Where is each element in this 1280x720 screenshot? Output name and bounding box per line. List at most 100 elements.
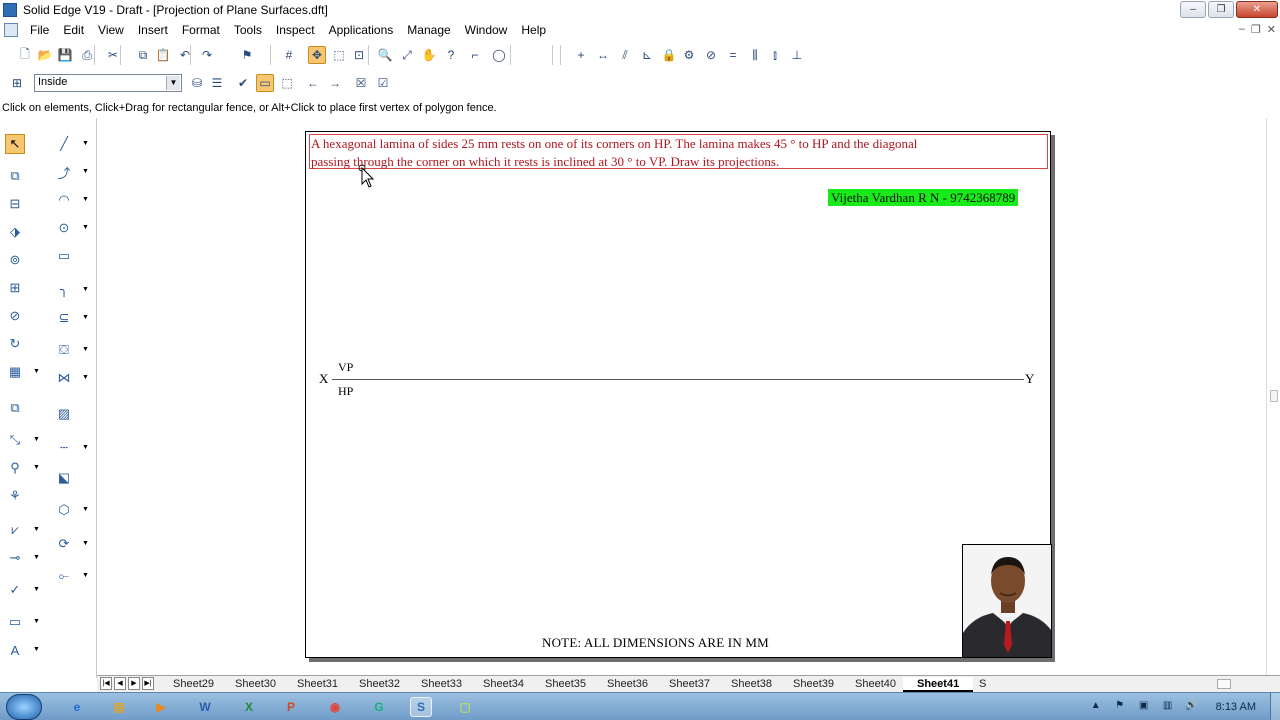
chevron-down-icon[interactable]: ▼ xyxy=(33,646,40,653)
connector-icon[interactable]: ⟜ xyxy=(54,566,74,586)
select-arrow-icon[interactable]: ↖ xyxy=(5,134,25,154)
sheet-tab[interactable]: Sheet35 xyxy=(531,677,600,692)
menu-inspect[interactable]: Inspect xyxy=(270,23,323,37)
sheet-tab[interactable]: Sheet39 xyxy=(779,677,848,692)
vp-label[interactable]: VP xyxy=(338,360,353,375)
sheet-tab[interactable]: S xyxy=(965,677,1000,692)
symmetric-icon[interactable]: ⫼ xyxy=(746,46,764,64)
chevron-down-icon[interactable]: ▼ xyxy=(82,314,89,321)
zoom-area-icon[interactable]: ⊡ xyxy=(350,46,368,64)
fence-icon[interactable]: ▭ xyxy=(256,74,274,92)
intellisketch-icon[interactable]: ✥ xyxy=(308,46,326,64)
menu-help[interactable]: Help xyxy=(515,23,554,37)
sketch-icon[interactable]: ⬚ xyxy=(330,46,348,64)
text-icon[interactable]: A xyxy=(5,640,25,660)
document-icon[interactable] xyxy=(4,23,18,37)
filter-list-icon[interactable]: ☰ xyxy=(208,74,226,92)
dimension-note[interactable]: NOTE: ALL DIMENSIONS ARE IN MM xyxy=(542,635,769,651)
view-wizard-icon[interactable]: ⧉ xyxy=(5,166,25,186)
hatch-icon[interactable]: ▨ xyxy=(54,404,74,424)
sheet-tab[interactable]: Sheet29 xyxy=(159,677,228,692)
menu-edit[interactable]: Edit xyxy=(57,23,92,37)
copy-icon[interactable]: ⧉ xyxy=(134,46,152,64)
chevron-down-icon[interactable]: ▼ xyxy=(33,554,40,561)
chevron-down-icon[interactable]: ▼ xyxy=(82,196,89,203)
arc-icon[interactable]: ◠ xyxy=(54,190,74,210)
close-button[interactable]: ✕ xyxy=(1236,1,1278,18)
chevron-down-icon[interactable]: ▼ xyxy=(33,368,40,375)
parallel-icon[interactable]: ⫽ xyxy=(616,46,634,64)
doc-restore-button[interactable]: ❐ xyxy=(1251,23,1261,36)
solid-edge-icon[interactable]: S xyxy=(410,697,432,717)
fence-mode-select[interactable]: Inside ▼ xyxy=(34,74,182,92)
chevron-down-icon[interactable]: ▼ xyxy=(82,286,89,293)
sheet-tab[interactable]: Sheet41 xyxy=(903,677,974,692)
chevron-down-icon[interactable]: ▼ xyxy=(82,224,89,231)
chevron-down-icon[interactable]: ▼ xyxy=(82,540,89,547)
table-icon[interactable]: ▦ xyxy=(5,362,25,382)
chrome-icon[interactable]: ◉ xyxy=(324,697,346,717)
sheet-tab[interactable]: Sheet32 xyxy=(345,677,414,692)
x-label[interactable]: X xyxy=(319,371,328,387)
save-icon[interactable]: 💾 xyxy=(56,46,74,64)
hp-label[interactable]: HP xyxy=(338,384,353,399)
chevron-down-icon[interactable]: ▼ xyxy=(82,506,89,513)
fill-icon[interactable]: ⛋ xyxy=(54,340,74,360)
layer-icon[interactable]: ⧉ xyxy=(5,398,25,418)
media-player-icon[interactable]: ▶ xyxy=(150,697,172,717)
line-icon[interactable]: ╱ xyxy=(54,134,74,154)
fillet-icon[interactable]: ╮ xyxy=(54,280,74,300)
start-button[interactable] xyxy=(6,694,42,720)
excel-icon[interactable]: X xyxy=(238,697,260,717)
relation-handles-icon[interactable]: ⊥ xyxy=(788,46,806,64)
last-sheet-button[interactable]: ▶| xyxy=(142,677,154,690)
chevron-down-icon[interactable]: ▼ xyxy=(33,436,40,443)
chevron-down-icon[interactable]: ▼ xyxy=(166,76,180,90)
doc-minimize-button[interactable]: – xyxy=(1239,23,1245,36)
rotate-icon[interactable]: ⟳ xyxy=(54,534,74,554)
solid-edge-app-icon[interactable] xyxy=(3,3,17,17)
detail-view-icon[interactable]: ⊚ xyxy=(5,250,25,270)
menu-insert[interactable]: Insert xyxy=(132,23,176,37)
author-label[interactable]: Vijetha Vardhan R N - 9742368789 xyxy=(828,189,1019,206)
sheet-tab[interactable]: Sheet36 xyxy=(593,677,662,692)
flag-icon[interactable]: ⚑ xyxy=(238,46,256,64)
chevron-down-icon[interactable]: ▼ xyxy=(33,464,40,471)
frame-icon[interactable]: ▭ xyxy=(5,612,25,632)
menu-manage[interactable]: Manage xyxy=(401,23,458,37)
doc-close-button[interactable]: ✕ xyxy=(1267,23,1276,36)
equal-icon[interactable]: = xyxy=(724,46,742,64)
menu-format[interactable]: Format xyxy=(176,23,228,37)
perpendicular-icon[interactable]: ⊾ xyxy=(638,46,656,64)
next-sheet-button[interactable]: ▶ xyxy=(128,677,140,690)
menu-window[interactable]: Window xyxy=(459,23,516,37)
broken-view-icon[interactable]: ⊘ xyxy=(5,306,25,326)
redo-icon[interactable]: ↷ xyxy=(198,46,216,64)
select-tool-icon[interactable]: ⊞ xyxy=(8,74,26,92)
new-icon[interactable]: 🗋 xyxy=(16,46,34,64)
xy-reference-line[interactable] xyxy=(332,379,1024,380)
paste-icon[interactable]: 📋 xyxy=(154,46,172,64)
sheet-tab[interactable]: Sheet40 xyxy=(841,677,910,692)
show-desktop-button[interactable] xyxy=(1270,693,1280,720)
rectangle-icon[interactable]: ▭ xyxy=(54,246,74,266)
explorer-icon[interactable]: ▤ xyxy=(108,697,130,717)
distance-icon[interactable]: ┄ xyxy=(54,438,74,458)
network-icon[interactable]: ▥ xyxy=(1161,700,1175,714)
drawing-sheet[interactable] xyxy=(305,131,1051,658)
deselect-icon[interactable]: ☒ xyxy=(352,74,370,92)
network-flag-icon[interactable]: ⚑ xyxy=(1113,700,1127,714)
lock-icon[interactable]: 🔒 xyxy=(660,46,678,64)
menu-tools[interactable]: Tools xyxy=(228,23,270,37)
chevron-down-icon[interactable]: ▼ xyxy=(82,346,89,353)
chevron-down-icon[interactable]: ▼ xyxy=(33,526,40,533)
datum-icon[interactable]: ⊸ xyxy=(5,548,25,568)
powerpoint-icon[interactable]: P xyxy=(280,697,302,717)
fence-dotted-icon[interactable]: ⬚ xyxy=(278,74,296,92)
finish-icon[interactable]: ☑ xyxy=(374,74,392,92)
tray-expand-icon[interactable]: ▲ xyxy=(1089,700,1103,714)
tangent-icon[interactable]: ⊘ xyxy=(702,46,720,64)
minimize-button[interactable]: – xyxy=(1180,1,1206,18)
pattern-icon[interactable]: ⋈ xyxy=(54,368,74,388)
plus-icon[interactable]: + xyxy=(572,46,590,64)
